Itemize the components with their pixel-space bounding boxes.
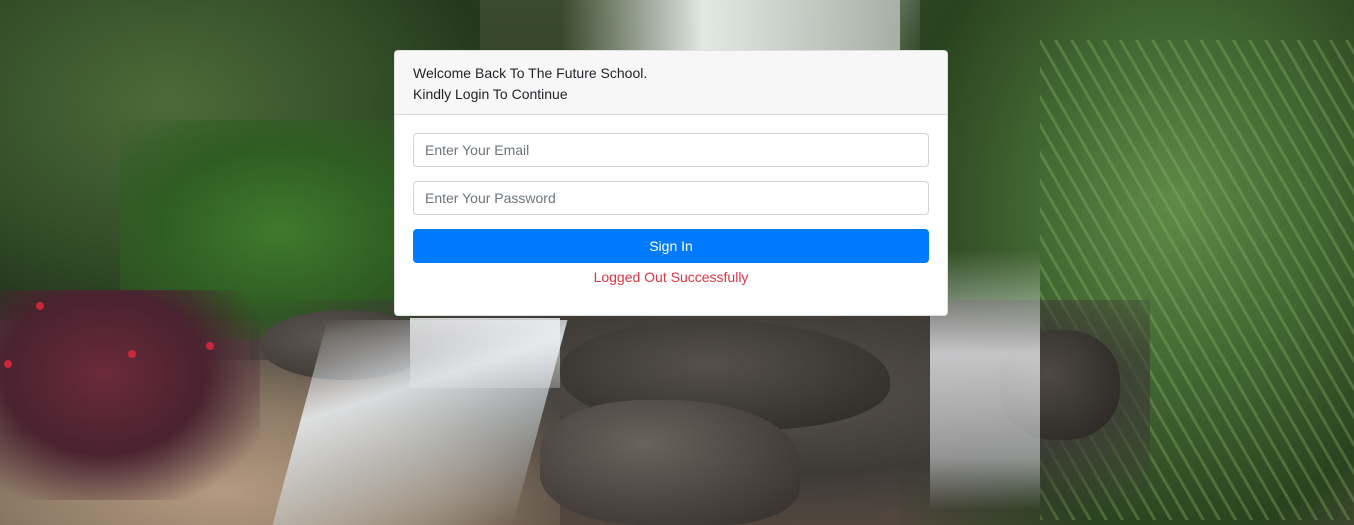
flower: [36, 302, 44, 310]
flower: [128, 350, 136, 358]
waterfall-center: [410, 318, 560, 388]
logout-status-message: Logged Out Successfully: [593, 269, 749, 285]
flower: [206, 342, 214, 350]
password-input[interactable]: [413, 181, 929, 215]
flower: [4, 360, 12, 368]
flower-bed: [0, 290, 260, 500]
rock: [540, 400, 800, 525]
welcome-text: Welcome Back To The Future School.: [413, 65, 648, 81]
email-input[interactable]: [413, 133, 929, 167]
login-form: Sign In Logged Out Successfully: [395, 115, 947, 287]
sign-in-button[interactable]: Sign In: [413, 229, 929, 263]
login-card: Welcome Back To The Future School. Kindl…: [394, 50, 948, 316]
login-card-header: Welcome Back To The Future School. Kindl…: [395, 51, 947, 115]
instruction-text: Kindly Login To Continue: [413, 86, 568, 102]
